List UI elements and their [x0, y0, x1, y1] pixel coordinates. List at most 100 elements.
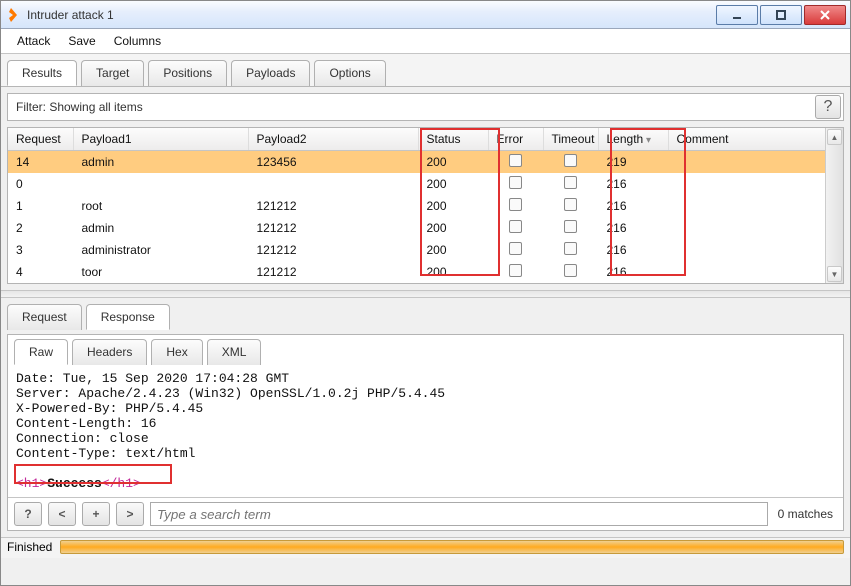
main-tabstrip: Results Target Positions Payloads Option…	[1, 54, 850, 87]
tab-target[interactable]: Target	[81, 60, 144, 86]
cell-request: 14	[8, 151, 73, 174]
cell-request: 1	[8, 195, 73, 217]
filter-help-button[interactable]: ?	[815, 95, 841, 119]
cell-comment	[668, 261, 843, 283]
cell-status: 200	[418, 261, 488, 283]
scroll-down-icon[interactable]: ▼	[827, 266, 842, 282]
maximize-button[interactable]	[760, 5, 802, 25]
cell-request: 2	[8, 217, 73, 239]
table-row[interactable]: 4toor121212200216	[8, 261, 843, 283]
subtab-xml[interactable]: XML	[207, 339, 262, 365]
cell-payload2: 121212	[248, 195, 418, 217]
cell-length: 219	[598, 151, 668, 174]
cell-status: 200	[418, 239, 488, 261]
col-length[interactable]: Length	[598, 128, 668, 151]
cell-payload2: 123456	[248, 151, 418, 174]
cell-request: 0	[8, 173, 73, 195]
search-prev-button[interactable]: <	[48, 502, 76, 526]
tab-positions[interactable]: Positions	[148, 60, 227, 86]
table-row[interactable]: 2admin121212200 216	[8, 217, 843, 239]
cell-payload1	[73, 173, 248, 195]
col-timeout[interactable]: Timeout	[543, 128, 598, 151]
filter-bar[interactable]: Filter: Showing all items ?	[7, 93, 844, 121]
response-raw-text[interactable]: Date: Tue, 15 Sep 2020 17:04:28 GMT Serv…	[8, 365, 843, 497]
search-input[interactable]	[150, 502, 768, 526]
window-titlebar: Intruder attack 1	[1, 1, 850, 29]
cell-payload1: admin	[73, 217, 248, 239]
results-table: Request Payload1 Payload2 Status Error T…	[8, 128, 843, 283]
menu-columns[interactable]: Columns	[106, 31, 169, 51]
search-help-button[interactable]: ?	[14, 502, 42, 526]
cell-length: 216	[598, 239, 668, 261]
cell-payload2	[248, 173, 418, 195]
cell-request: 4	[8, 261, 73, 283]
error-checkbox[interactable]	[509, 264, 522, 277]
tab-payloads[interactable]: Payloads	[231, 60, 310, 86]
response-panel: Raw Headers Hex XML Date: Tue, 15 Sep 20…	[7, 334, 844, 531]
menu-save[interactable]: Save	[60, 31, 103, 51]
col-error[interactable]: Error	[488, 128, 543, 151]
timeout-checkbox[interactable]	[564, 198, 577, 211]
search-next-button[interactable]: >	[116, 502, 144, 526]
timeout-checkbox[interactable]	[564, 264, 577, 277]
timeout-checkbox[interactable]	[564, 220, 577, 233]
tab-response[interactable]: Response	[86, 304, 170, 330]
col-payload2[interactable]: Payload2	[248, 128, 418, 151]
status-label: Finished	[7, 540, 52, 554]
search-bar: ? < + > 0 matches	[8, 497, 843, 530]
cell-status: 200	[418, 217, 488, 239]
cell-payload1: root	[73, 195, 248, 217]
timeout-checkbox[interactable]	[564, 176, 577, 189]
error-checkbox[interactable]	[509, 220, 522, 233]
filter-text: Filter: Showing all items	[8, 100, 813, 114]
cell-comment	[668, 173, 843, 195]
col-payload1[interactable]: Payload1	[73, 128, 248, 151]
error-checkbox[interactable]	[509, 176, 522, 189]
col-request[interactable]: Request	[8, 128, 73, 151]
col-comment[interactable]: Comment	[668, 128, 843, 151]
close-button[interactable]	[804, 5, 846, 25]
error-checkbox[interactable]	[509, 154, 522, 167]
match-count: 0 matches	[774, 507, 837, 521]
cell-comment	[668, 195, 843, 217]
cell-comment	[668, 239, 843, 261]
cell-payload2: 121212	[248, 217, 418, 239]
timeout-checkbox[interactable]	[564, 154, 577, 167]
error-checkbox[interactable]	[509, 198, 522, 211]
error-checkbox[interactable]	[509, 242, 522, 255]
split-divider[interactable]	[1, 290, 850, 298]
results-table-container: Request Payload1 Payload2 Status Error T…	[7, 127, 844, 284]
minimize-button[interactable]	[716, 5, 758, 25]
cell-request: 3	[8, 239, 73, 261]
cell-length: 216	[598, 195, 668, 217]
subtab-hex[interactable]: Hex	[151, 339, 202, 365]
app-icon	[5, 7, 21, 23]
tab-request[interactable]: Request	[7, 304, 82, 330]
table-row[interactable]: 0200216	[8, 173, 843, 195]
cell-comment	[668, 217, 843, 239]
subtab-raw[interactable]: Raw	[14, 339, 68, 365]
tab-options[interactable]: Options	[314, 60, 385, 86]
table-scrollbar[interactable]: ▲ ▼	[825, 128, 843, 283]
cell-payload1: toor	[73, 261, 248, 283]
cell-length: 216	[598, 217, 668, 239]
table-row[interactable]: 1root121212200 216	[8, 195, 843, 217]
cell-payload2: 121212	[248, 261, 418, 283]
cell-status: 200	[418, 151, 488, 174]
menu-attack[interactable]: Attack	[9, 31, 58, 51]
col-status[interactable]: Status	[418, 128, 488, 151]
table-row[interactable]: 14admin123456200219	[8, 151, 843, 174]
timeout-checkbox[interactable]	[564, 242, 577, 255]
scroll-up-icon[interactable]: ▲	[827, 129, 842, 145]
table-header-row: Request Payload1 Payload2 Status Error T…	[8, 128, 843, 151]
subtab-headers[interactable]: Headers	[72, 339, 147, 365]
cell-payload1: administrator	[73, 239, 248, 261]
cell-comment	[668, 151, 843, 174]
tab-results[interactable]: Results	[7, 60, 77, 86]
search-add-button[interactable]: +	[82, 502, 110, 526]
progress-bar	[60, 540, 844, 554]
menubar: Attack Save Columns	[1, 29, 850, 54]
cell-length: 216	[598, 173, 668, 195]
cell-status: 200	[418, 195, 488, 217]
table-row[interactable]: 3administrator121212200216	[8, 239, 843, 261]
